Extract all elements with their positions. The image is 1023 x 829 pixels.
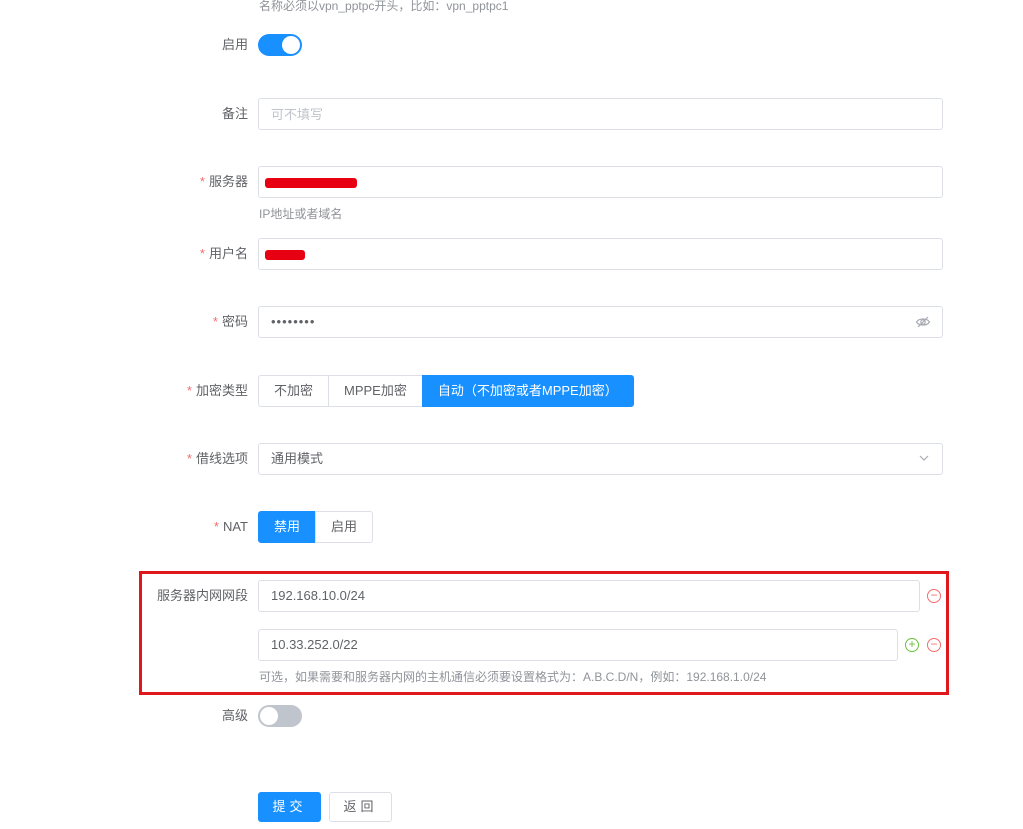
password-label: * 密码 <box>212 314 248 329</box>
username-label: * 用户名 <box>199 246 248 261</box>
switch-knob <box>260 707 278 725</box>
add-circle-icon[interactable]: + <box>905 638 919 652</box>
nat-options: 禁用 启用 <box>258 511 374 543</box>
encryption-option-none[interactable]: 不加密 <box>258 375 330 407</box>
nat-option-enable[interactable]: 启用 <box>315 511 374 543</box>
password-input[interactable]: •••••••• <box>258 306 943 338</box>
enable-label: 启用 <box>221 37 248 52</box>
remove-circle-icon[interactable]: − <box>927 589 941 603</box>
encryption-option-auto[interactable]: 自动（不加密或者MPPE加密） <box>421 375 634 407</box>
nat-option-disable[interactable]: 禁用 <box>258 511 317 543</box>
server-label: * 服务器 <box>199 174 248 189</box>
enable-switch[interactable] <box>258 34 302 56</box>
server-hint: IP地址或者域名 <box>259 207 343 221</box>
encryption-option-mppe[interactable]: MPPE加密 <box>328 375 423 407</box>
advanced-label: 高级 <box>221 708 248 723</box>
remove-circle-icon[interactable]: − <box>927 638 941 652</box>
name-hint: 名称必须以vpn_pptpc开头，比如：vpn_pptpc1 <box>259 0 509 13</box>
username-input[interactable] <box>258 238 943 270</box>
server-input[interactable] <box>258 166 943 198</box>
subnet-input-2[interactable]: 10.33.252.0/22 <box>258 629 898 661</box>
encryption-label: * 加密类型 <box>186 383 248 398</box>
subnet-label: 服务器内网网段 <box>156 588 248 603</box>
eye-hidden-icon[interactable] <box>915 314 931 330</box>
redacted-value <box>265 178 357 188</box>
redacted-value <box>265 250 305 260</box>
line-option-select[interactable]: 通用模式 <box>258 443 943 475</box>
line-option-label: * 借线选项 <box>186 451 248 466</box>
advanced-switch[interactable] <box>258 705 302 727</box>
back-button[interactable]: 返回 <box>329 792 392 822</box>
remark-input[interactable] <box>258 98 943 130</box>
remark-label: 备注 <box>221 106 248 121</box>
submit-button[interactable]: 提交 <box>258 792 321 822</box>
encryption-options: 不加密 MPPE加密 自动（不加密或者MPPE加密） <box>258 375 634 407</box>
subnet-input-1[interactable]: 192.168.10.0/24 <box>258 580 920 612</box>
subnet-hint: 可选，如果需要和服务器内网的主机通信必须要设置格式为：A.B.C.D/N，例如：… <box>259 670 767 684</box>
switch-knob <box>282 36 300 54</box>
nat-label: * NAT <box>213 519 248 534</box>
chevron-down-icon <box>919 455 929 461</box>
